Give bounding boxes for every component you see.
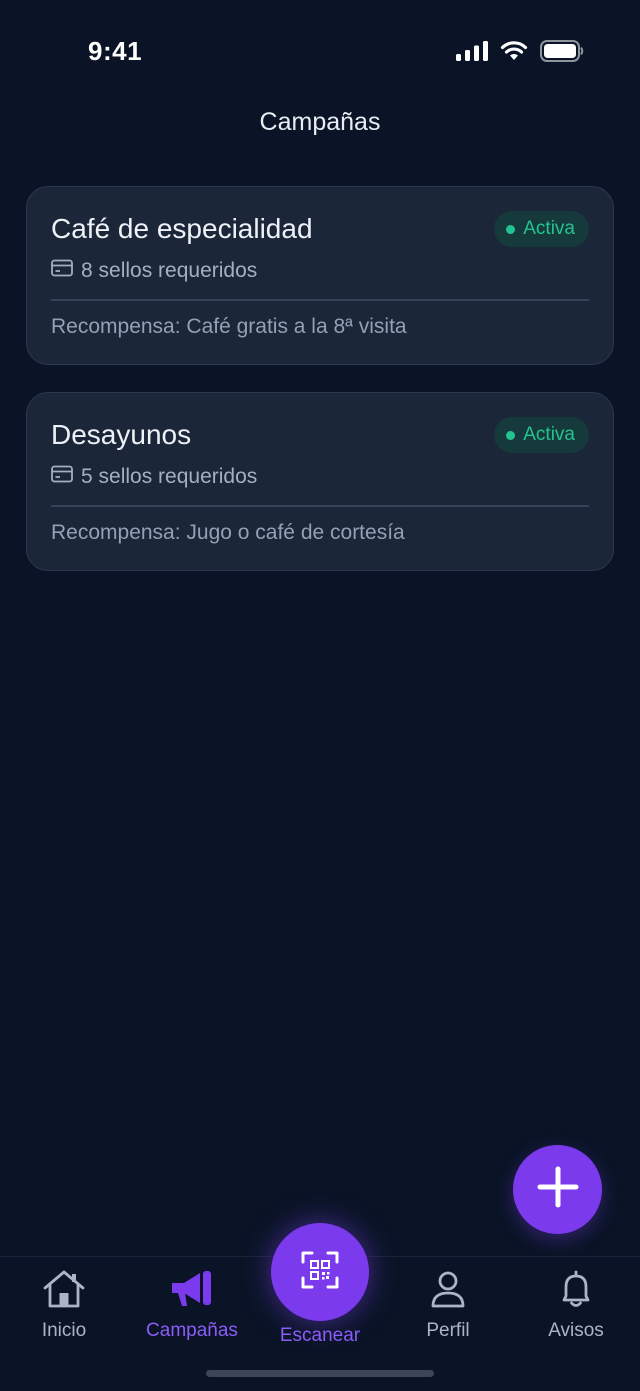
status-badge: Activa xyxy=(494,417,589,453)
tab-escanear-label[interactable]: Escanear xyxy=(240,1325,400,1347)
plus-icon xyxy=(537,1166,579,1213)
status-dot-icon xyxy=(506,224,516,234)
card-icon xyxy=(51,259,73,283)
status-badge-label: Activa xyxy=(523,424,575,445)
card-divider xyxy=(51,299,589,301)
page-title: Campañas xyxy=(259,108,381,136)
status-badge: Activa xyxy=(494,211,589,247)
tab-label: Perfil xyxy=(426,1320,470,1341)
stamps-row: 8 sellos requeridos xyxy=(51,259,257,283)
wifi-icon xyxy=(500,41,528,66)
reward-text: Recompensa: Café gratis a la 8ª visita xyxy=(51,315,407,338)
card-icon xyxy=(51,465,73,489)
stamps-row: 5 sellos requeridos xyxy=(51,465,257,489)
status-bar: 9:41 xyxy=(0,0,640,100)
tab-label: Campañas xyxy=(146,1320,238,1341)
tab-perfil[interactable]: Perfil xyxy=(384,1269,512,1342)
card-divider xyxy=(51,505,589,507)
scan-button[interactable] xyxy=(271,1223,369,1321)
campaign-card[interactable]: Desayunos Activa 5 sellos requeridos Rec… xyxy=(26,392,614,571)
user-icon xyxy=(425,1269,471,1314)
tab-label: Avisos xyxy=(548,1320,604,1341)
tab-avisos[interactable]: Avisos xyxy=(512,1269,640,1342)
tab-campanas[interactable]: Campañas xyxy=(128,1269,256,1342)
campaign-card[interactable]: Café de especialidad Activa 8 sellos req… xyxy=(26,186,614,365)
bell-icon xyxy=(553,1269,599,1314)
reward-text: Recompensa: Jugo o café de cortesía xyxy=(51,521,405,544)
tab-label: Inicio xyxy=(41,1320,87,1341)
campaign-title: Café de especialidad xyxy=(51,213,313,244)
stamps-required: 5 sellos requeridos xyxy=(81,465,258,488)
cellular-signal-icon xyxy=(456,41,488,66)
status-badge-label: Activa xyxy=(523,218,575,239)
megaphone-icon xyxy=(169,1269,215,1314)
status-icons xyxy=(456,40,584,67)
tab-inicio[interactable]: Inicio xyxy=(0,1269,128,1342)
battery-icon xyxy=(540,40,584,67)
status-time: 9:41 xyxy=(88,36,143,66)
stamps-required: 8 sellos requeridos xyxy=(81,259,258,282)
home-indicator xyxy=(206,1370,434,1377)
qr-scan-icon xyxy=(300,1250,340,1295)
home-icon xyxy=(41,1269,87,1314)
campaign-title: Desayunos xyxy=(51,419,192,450)
status-dot-icon xyxy=(506,430,516,440)
add-campaign-button[interactable] xyxy=(513,1145,602,1234)
